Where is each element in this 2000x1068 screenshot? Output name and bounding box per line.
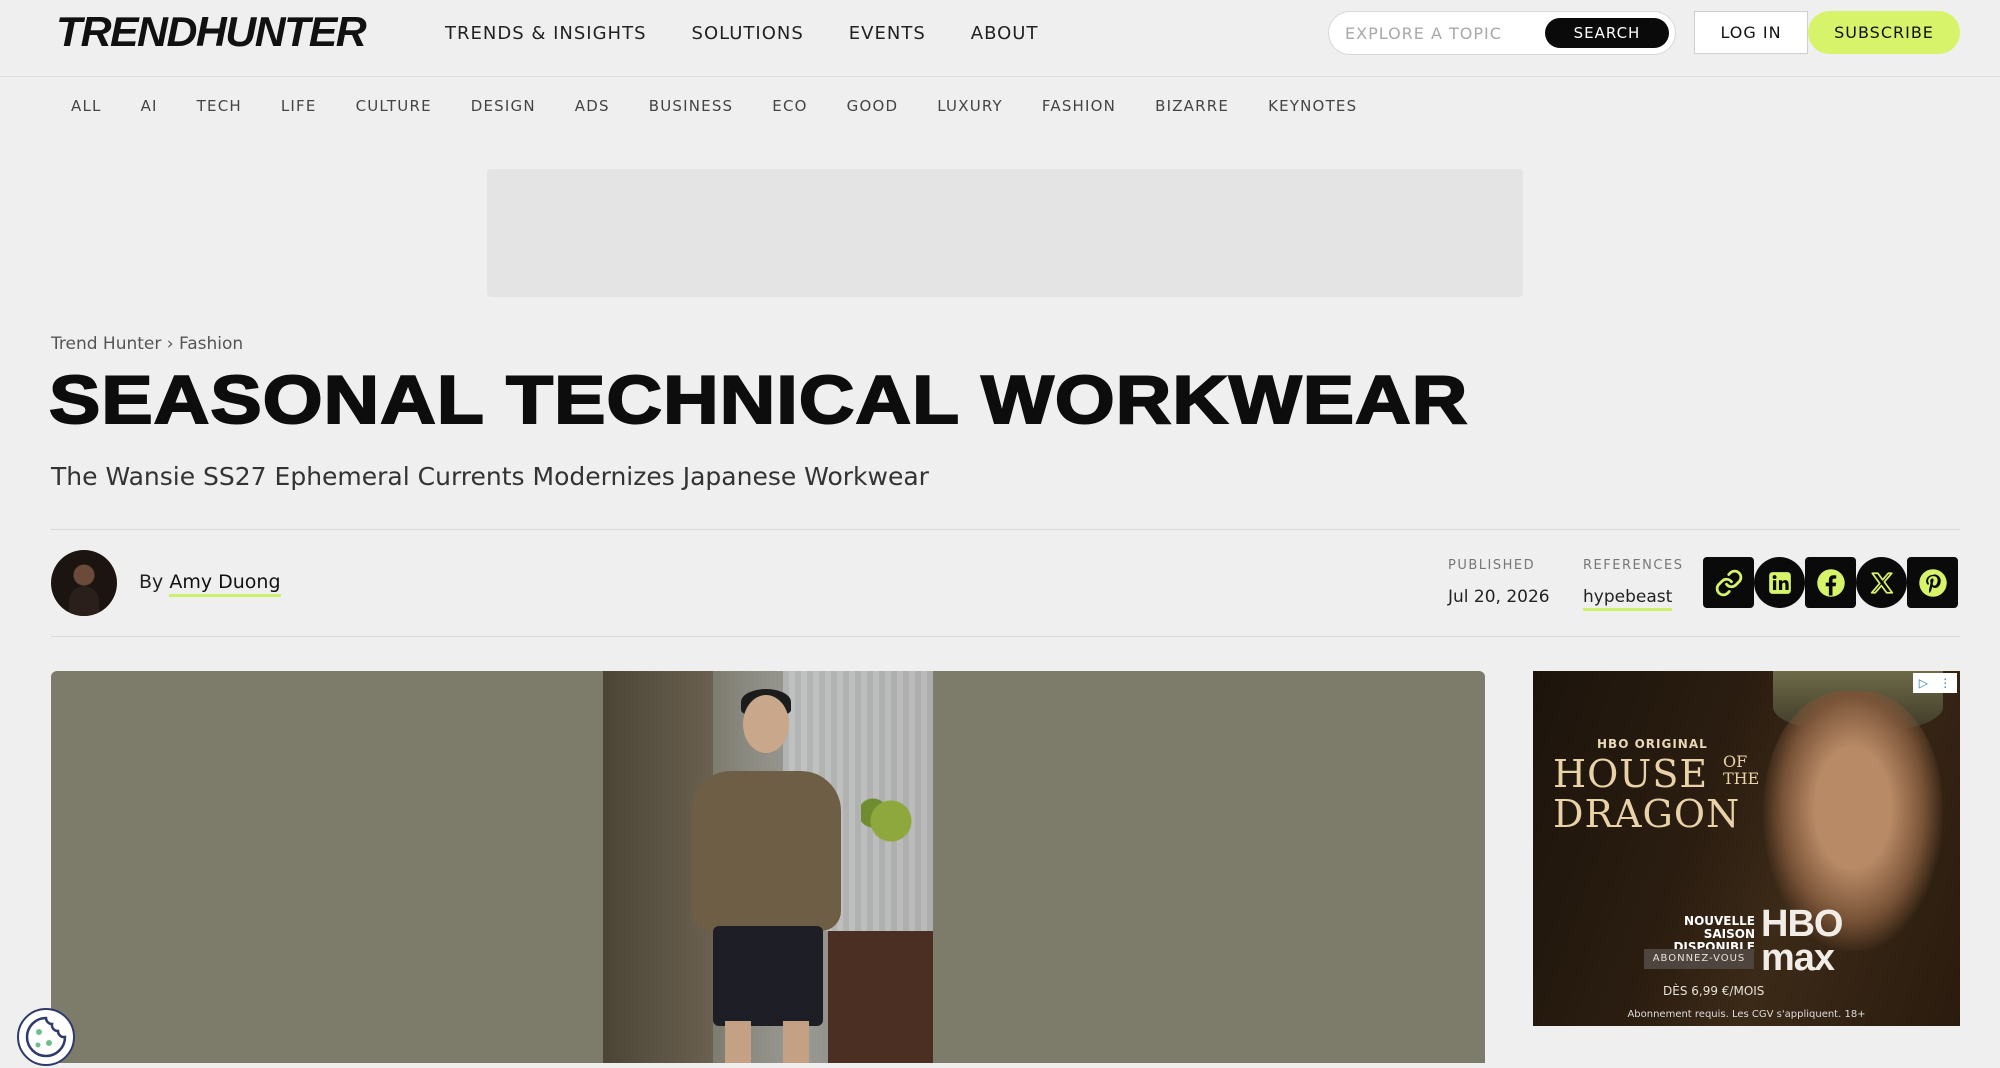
cookie-icon [25, 1016, 67, 1058]
ad-subscribe-button[interactable]: ABONNEZ-VOUS [1644, 949, 1754, 969]
category-fashion[interactable]: FASHION [1042, 96, 1116, 116]
side-advertisement[interactable]: ▷ ⋮ HBO ORIGINAL HOUSE OF THE DRAGON NOU… [1533, 671, 1960, 1026]
search-box: SEARCH [1328, 11, 1676, 55]
category-tech[interactable]: TECH [197, 96, 242, 116]
category-ads[interactable]: ADS [575, 96, 610, 116]
search-button[interactable]: SEARCH [1545, 18, 1669, 48]
category-culture[interactable]: CULTURE [356, 96, 432, 116]
nav-events[interactable]: EVENTS [849, 22, 926, 46]
top-ad-placeholder [487, 169, 1523, 297]
byline-prefix: By [139, 571, 164, 593]
login-button[interactable]: LOG IN [1694, 11, 1808, 54]
ad-hbomax-logo: HBO max [1761, 903, 1843, 979]
ad-choices-button[interactable]: ▷ ⋮ [1913, 673, 1957, 693]
ad-menu-icon: ⋮ [1939, 676, 1952, 690]
category-business[interactable]: BUSINESS [649, 96, 734, 116]
x-icon [1870, 571, 1893, 594]
subscribe-button[interactable]: SUBSCRIBE [1808, 11, 1960, 54]
references-label: REFERENCES [1583, 558, 1684, 573]
divider [51, 636, 1960, 637]
references-value: hypebeast [1583, 587, 1673, 611]
category-all[interactable]: ALL [71, 96, 102, 116]
category-keynotes[interactable]: KEYNOTES [1268, 96, 1357, 116]
facebook-icon [1816, 568, 1845, 597]
linkedin-share-button[interactable] [1754, 557, 1805, 608]
category-bizarre[interactable]: BIZARRE [1155, 96, 1229, 116]
trendhunter-logo[interactable]: TRENDHUNTER [56, 10, 367, 54]
category-ai[interactable]: AI [141, 96, 158, 116]
ad-brand-original: HBO ORIGINAL [1597, 737, 1708, 751]
breadcrumb-separator: › [166, 334, 174, 354]
category-luxury[interactable]: LUXURY [937, 96, 1003, 116]
breadcrumb-section[interactable]: Fashion [179, 334, 243, 354]
ad-fine-print: Abonnement requis. Les CGV s'appliquent.… [1627, 1009, 1866, 1020]
main-nav: TRENDS & INSIGHTS SOLUTIONS EVENTS ABOUT [445, 22, 1083, 46]
ad-title-line1: HOUSE [1553, 752, 1709, 796]
published-date: Jul 20, 2026 [1448, 587, 1550, 607]
author-link[interactable]: Amy Duong [169, 571, 281, 597]
byline: By Amy Duong [139, 571, 281, 597]
category-design[interactable]: DESIGN [471, 96, 536, 116]
category-nav: ALL AI TECH LIFE CULTURE DESIGN ADS BUSI… [71, 96, 1396, 116]
ad-price: DÈS 6,99 €/MOIS [1663, 984, 1765, 998]
ad-title-line2: DRAGON [1553, 792, 1741, 836]
reference-link[interactable]: hypebeast [1583, 587, 1673, 611]
author-avatar[interactable] [51, 550, 117, 616]
category-good[interactable]: GOOD [847, 96, 899, 116]
ad-choices-icon: ▷ [1918, 676, 1928, 690]
nav-solutions[interactable]: SOLUTIONS [692, 22, 804, 46]
x-share-button[interactable] [1856, 557, 1907, 608]
nav-about[interactable]: ABOUT [971, 22, 1039, 46]
workwear-photo [603, 671, 933, 1063]
divider [51, 529, 1960, 530]
cookie-settings-button[interactable] [17, 1008, 75, 1066]
search-input[interactable] [1343, 20, 1533, 46]
breadcrumb: Trend Hunter › Fashion [51, 334, 243, 354]
category-life[interactable]: LIFE [281, 96, 317, 116]
breadcrumb-home[interactable]: Trend Hunter [51, 334, 161, 354]
nav-trends-insights[interactable]: TRENDS & INSIGHTS [445, 22, 647, 46]
facebook-share-button[interactable] [1805, 557, 1856, 608]
copy-link-button[interactable] [1703, 557, 1754, 608]
category-eco[interactable]: ECO [772, 96, 807, 116]
published-label: PUBLISHED [1448, 558, 1536, 573]
link-icon [1715, 569, 1742, 596]
hero-image[interactable] [51, 671, 1485, 1063]
pinterest-icon [1918, 568, 1947, 597]
ad-title-ofthe: OF THE [1723, 752, 1760, 788]
top-header: TRENDHUNTER TRENDS & INSIGHTS SOLUTIONS … [0, 0, 2000, 77]
linkedin-icon [1768, 571, 1791, 594]
article-title: SEASONAL TECHNICAL WORKWEAR [48, 361, 1469, 439]
pinterest-share-button[interactable] [1907, 557, 1958, 608]
article-subtitle: The Wansie SS27 Ephemeral Currents Moder… [51, 462, 929, 491]
